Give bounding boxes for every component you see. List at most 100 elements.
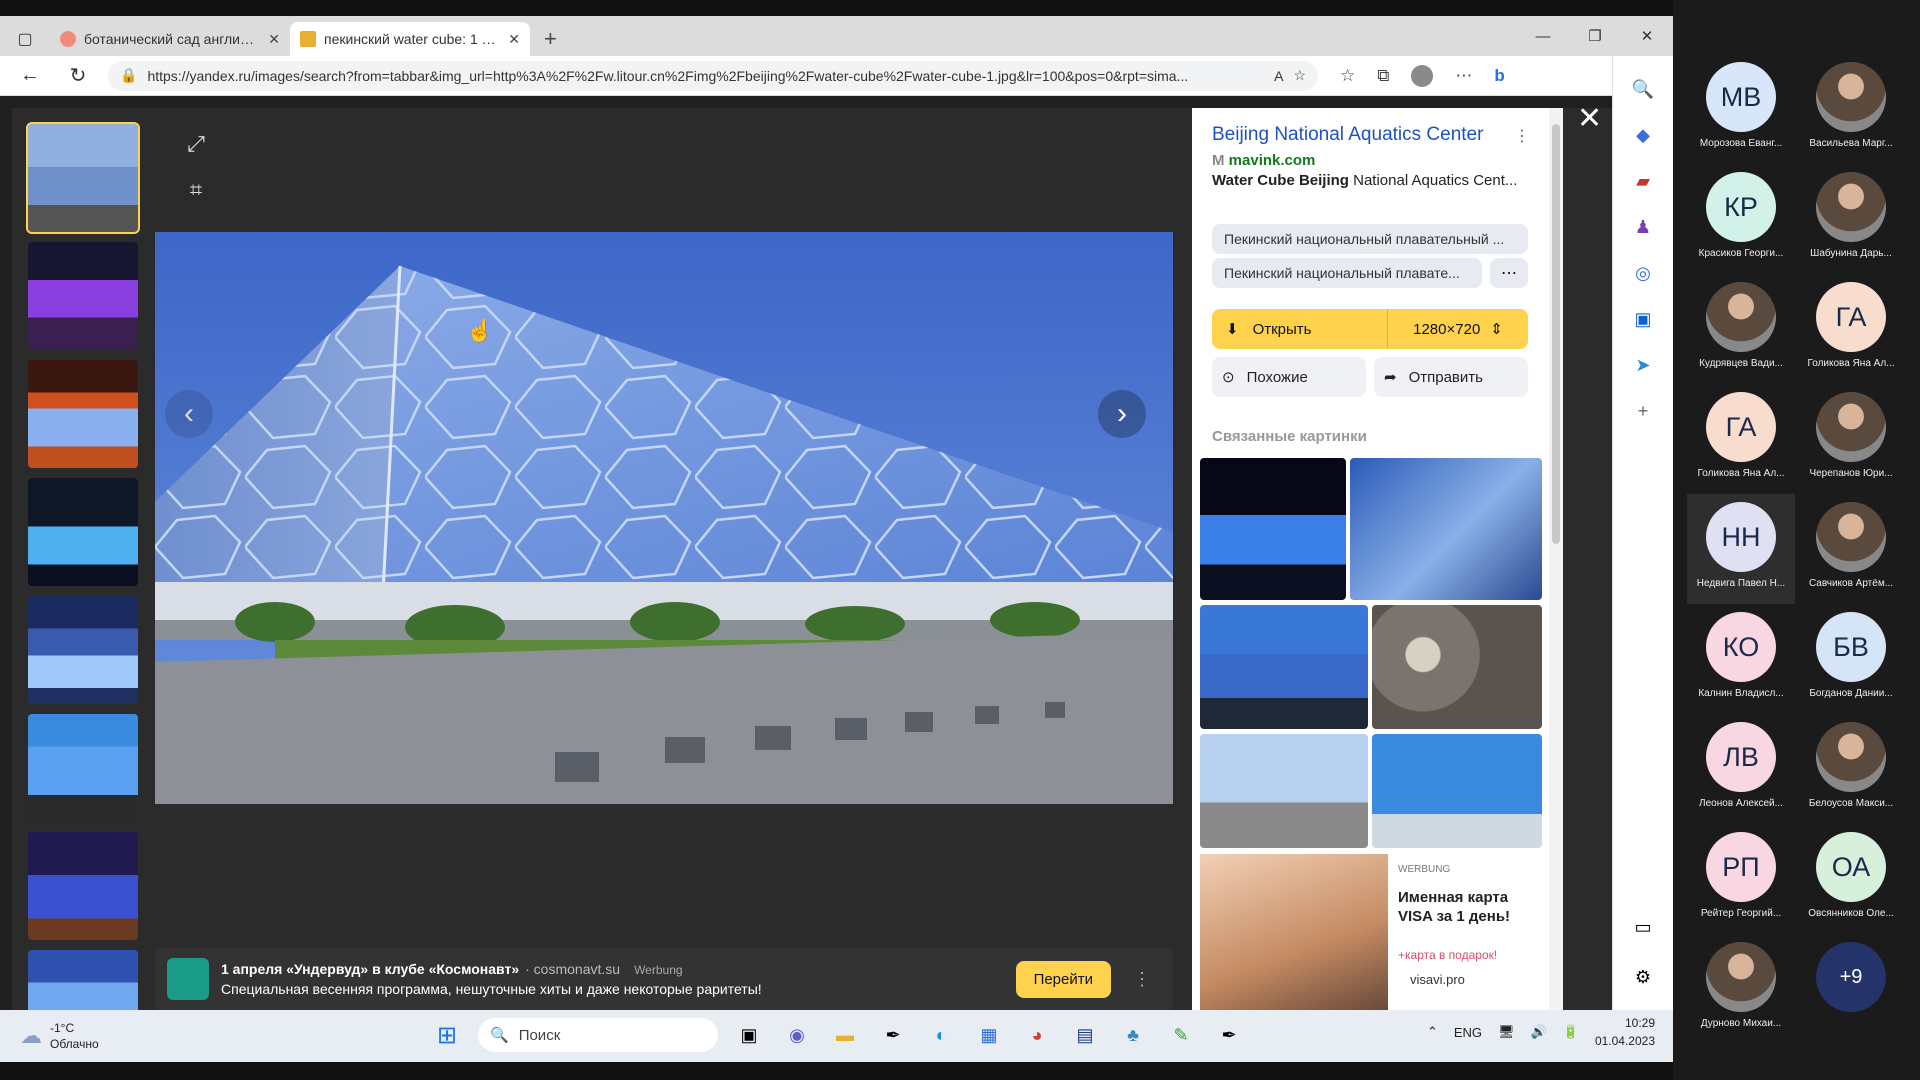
- favorite-star-icon[interactable]: ☆: [1293, 67, 1306, 84]
- add-icon[interactable]: +: [1613, 388, 1673, 434]
- ad-banner[interactable]: 1 апреля «Ундервуд» в клубе «Космонавт» ·…: [155, 948, 1173, 1010]
- panel-scrollbar[interactable]: [1549, 108, 1563, 1010]
- favorites-icon[interactable]: ☆: [1340, 66, 1355, 86]
- toolbox-icon[interactable]: ▰: [1613, 158, 1673, 204]
- scrollbar-thumb[interactable]: [1552, 124, 1560, 544]
- related-image[interactable]: [1200, 605, 1368, 729]
- more-chips-icon[interactable]: ⋯: [1490, 258, 1528, 288]
- url-field[interactable]: 🔒 https://yandex.ru/images/search?from=t…: [108, 60, 1318, 91]
- thumbnail[interactable]: [28, 478, 138, 586]
- task-view-icon[interactable]: ▣: [732, 1018, 766, 1052]
- participant-tile[interactable]: КР Красиков Георги...: [1687, 164, 1795, 274]
- more-menu-icon[interactable]: ⋯: [1455, 66, 1472, 86]
- shopping-tag-icon[interactable]: ◆: [1613, 112, 1673, 158]
- participant-tile[interactable]: Дурново Михаи...: [1687, 934, 1795, 1044]
- participant-tile[interactable]: ГА Голикова Яна Ал...: [1687, 384, 1795, 494]
- app-icon[interactable]: ✎: [1164, 1018, 1198, 1052]
- close-icon[interactable]: ✕: [508, 31, 520, 48]
- tab-water-cube[interactable]: пекинский water cube: 1 тыс из ✕: [290, 22, 530, 56]
- app-icon[interactable]: ▤: [1068, 1018, 1102, 1052]
- close-icon[interactable]: ✕: [268, 31, 280, 48]
- close-viewer-button[interactable]: ✕: [1577, 101, 1602, 136]
- volume-icon[interactable]: 🔊: [1531, 1024, 1547, 1040]
- participant-tile[interactable]: ЛВ Леонов Алексей...: [1687, 714, 1795, 824]
- send-icon[interactable]: ➤: [1613, 342, 1673, 388]
- related-image[interactable]: [1200, 734, 1368, 848]
- windows-start-icon[interactable]: ⊞: [430, 1018, 464, 1052]
- participant-tile[interactable]: Савчиков Артём...: [1797, 494, 1905, 604]
- crop-icon[interactable]: ⌗: [178, 172, 214, 208]
- edge-icon[interactable]: ◐: [924, 1018, 958, 1052]
- language-indicator[interactable]: ENG: [1454, 1025, 1482, 1040]
- clock[interactable]: 10:29 01.04.2023: [1595, 1014, 1655, 1050]
- bing-copilot-icon[interactable]: b: [1494, 66, 1504, 86]
- participant-tile[interactable]: НН Недвига Павел Н...: [1687, 494, 1795, 604]
- outlook-icon[interactable]: ▣: [1613, 296, 1673, 342]
- participant-tile[interactable]: Шабунина Дарь...: [1797, 164, 1905, 274]
- taskbar-search[interactable]: 🔍 Поиск: [478, 1018, 718, 1052]
- file-explorer-icon[interactable]: ▬: [828, 1018, 862, 1052]
- app-icon[interactable]: ♣: [1116, 1018, 1150, 1052]
- participant-tile[interactable]: Васильева Марг...: [1797, 54, 1905, 164]
- panel-title-link[interactable]: Beijing National Aquatics Center: [1212, 124, 1483, 146]
- read-aloud-icon[interactable]: A: [1274, 68, 1283, 84]
- thumbnail[interactable]: [28, 832, 138, 940]
- new-tab-button[interactable]: +: [530, 22, 571, 56]
- participant-tile[interactable]: ОА Овсянников Оле...: [1797, 824, 1905, 934]
- open-button[interactable]: ⬇ Открыть 1280×720 ⇕: [1212, 309, 1528, 349]
- chevron-up-icon[interactable]: ⌃: [1427, 1024, 1438, 1040]
- chrome-icon[interactable]: ◕: [1020, 1018, 1054, 1052]
- more-vertical-icon[interactable]: ⋮: [1123, 969, 1161, 990]
- next-image-button[interactable]: ›: [1098, 390, 1146, 438]
- office-icon[interactable]: ◎: [1613, 250, 1673, 296]
- ad-card[interactable]: WERBUNG Именная карта VISA за 1 день! +к…: [1200, 854, 1542, 1010]
- thumbnail[interactable]: [28, 596, 138, 704]
- related-image[interactable]: [1350, 458, 1542, 600]
- split-screen-icon[interactable]: ▭: [1613, 904, 1673, 950]
- search-icon[interactable]: 🔍: [1613, 66, 1673, 112]
- thumbnail[interactable]: [28, 242, 138, 350]
- back-button[interactable]: ←: [6, 64, 54, 87]
- profile-avatar[interactable]: [1411, 64, 1434, 87]
- inkscape-icon[interactable]: ✒: [1212, 1018, 1246, 1052]
- query-chip[interactable]: Пекинский национальный плавате...: [1212, 258, 1482, 288]
- reload-button[interactable]: ↻: [54, 63, 102, 88]
- main-image[interactable]: [155, 232, 1173, 804]
- restore-button[interactable]: ❐: [1569, 16, 1621, 56]
- tab-botanical[interactable]: ботанический сад англии - Ян ✕: [50, 22, 290, 56]
- participant-tile[interactable]: +9: [1797, 934, 1905, 1044]
- weather-widget[interactable]: ☁ -1°C Облачно: [0, 1020, 230, 1052]
- participant-tile[interactable]: Черепанов Юри...: [1797, 384, 1905, 494]
- fullscreen-icon[interactable]: ⤢: [178, 126, 214, 162]
- query-chip[interactable]: Пекинский национальный плавательный ...: [1212, 224, 1528, 254]
- size-selector[interactable]: 1280×720 ⇕: [1388, 320, 1528, 339]
- participant-tile[interactable]: РП Рейтер Георгий...: [1687, 824, 1795, 934]
- similar-button[interactable]: ⊙ Похожие: [1212, 357, 1366, 397]
- related-image[interactable]: [1200, 458, 1346, 600]
- tab-actions-icon[interactable]: ▢: [0, 22, 50, 56]
- participant-tile[interactable]: ГА Голикова Яна Ал...: [1797, 274, 1905, 384]
- send-button[interactable]: ➦ Отправить: [1374, 357, 1528, 397]
- minimize-button[interactable]: —: [1517, 16, 1569, 56]
- participant-tile[interactable]: КО Калнин Владисл...: [1687, 604, 1795, 714]
- ad-go-button[interactable]: Перейти: [1015, 960, 1111, 998]
- games-icon[interactable]: ♟: [1613, 204, 1673, 250]
- previous-image-button[interactable]: ‹: [165, 390, 213, 438]
- close-window-button[interactable]: ✕: [1621, 16, 1673, 56]
- participant-tile[interactable]: Белоусов Макси...: [1797, 714, 1905, 824]
- thumbnail[interactable]: [28, 714, 138, 822]
- participant-tile[interactable]: МВ Морозова Еванг...: [1687, 54, 1795, 164]
- settings-icon[interactable]: ⚙: [1613, 954, 1673, 1000]
- battery-icon[interactable]: 🔋: [1563, 1024, 1579, 1040]
- thumbnail[interactable]: [26, 122, 140, 234]
- teams-chat-icon[interactable]: ◉: [780, 1018, 814, 1052]
- participant-tile[interactable]: БВ Богданов Дании...: [1797, 604, 1905, 714]
- thumbnail[interactable]: [28, 360, 138, 468]
- more-vertical-icon[interactable]: ⋮: [1514, 126, 1530, 146]
- store-icon[interactable]: ▦: [972, 1018, 1006, 1052]
- related-image[interactable]: [1372, 734, 1542, 848]
- inkscape-icon[interactable]: ✒: [876, 1018, 910, 1052]
- collections-icon[interactable]: ⧉: [1377, 66, 1389, 86]
- related-image[interactable]: [1372, 605, 1542, 729]
- source-link[interactable]: M mavink.com: [1212, 152, 1315, 169]
